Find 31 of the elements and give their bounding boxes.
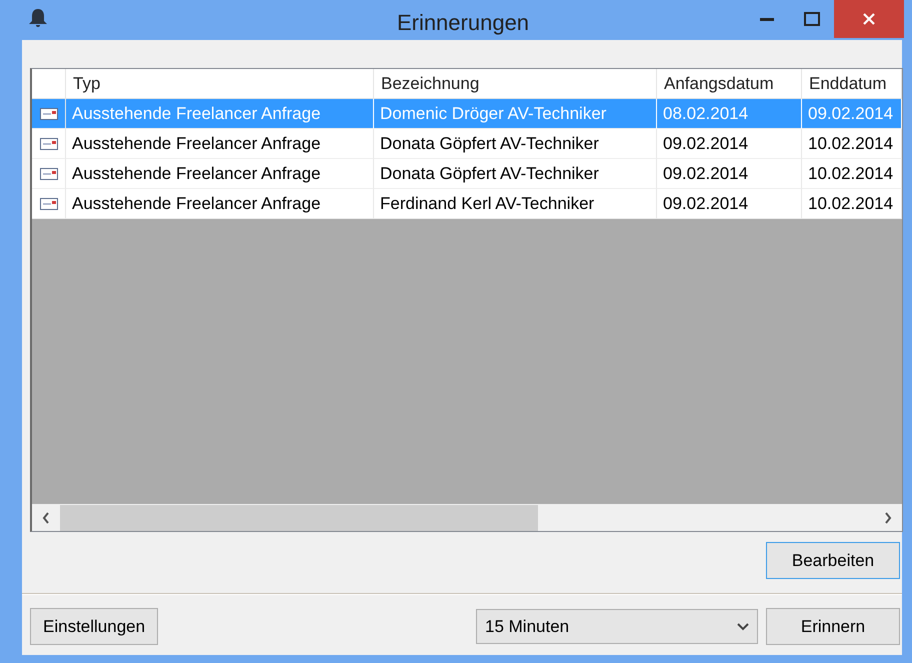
- column-header[interactable]: Anfangsdatum: [657, 69, 802, 99]
- table-cell[interactable]: 10.02.2014: [802, 159, 902, 189]
- window-title: Erinnerungen: [396, 10, 530, 36]
- table-cell[interactable]: 10.02.2014: [802, 189, 902, 219]
- table-cell[interactable]: 09.02.2014: [657, 189, 802, 219]
- edit-button[interactable]: Bearbeiten: [766, 542, 900, 579]
- envelope-icon: [40, 138, 58, 150]
- column-header[interactable]: Typ: [66, 69, 374, 99]
- interval-dropdown[interactable]: 15 Minuten: [476, 609, 758, 644]
- maximize-icon: [804, 12, 820, 26]
- column-header[interactable]: Bezeichnung: [374, 69, 657, 99]
- table-cell[interactable]: Ferdinand Kerl AV-Techniker: [374, 189, 657, 219]
- envelope-icon: [40, 108, 58, 120]
- remind-button[interactable]: Erinnern: [766, 608, 900, 645]
- table-cell[interactable]: Donata Göpfert AV-Techniker: [374, 129, 657, 159]
- minimize-icon: [760, 17, 774, 21]
- table-cell[interactable]: Donata Göpfert AV-Techniker: [374, 159, 657, 189]
- column-header[interactable]: Enddatum: [802, 69, 902, 99]
- table-cell[interactable]: Ausstehende Freelancer Anfrage: [66, 189, 374, 219]
- horizontal-scrollbar[interactable]: [32, 504, 902, 531]
- table-cell[interactable]: Ausstehende Freelancer Anfrage: [66, 129, 374, 159]
- envelope-icon: [40, 198, 58, 210]
- chevron-down-icon: [737, 622, 749, 630]
- table-cell[interactable]: 09.02.2014: [657, 159, 802, 189]
- table-cell[interactable]: 10.02.2014: [802, 129, 902, 159]
- scrollbar-thumb[interactable]: [60, 504, 538, 530]
- envelope-icon: [40, 168, 58, 180]
- table-cell[interactable]: 09.02.2014: [657, 129, 802, 159]
- settings-button[interactable]: Einstellungen: [30, 608, 158, 645]
- table-cell[interactable]: Ausstehende Freelancer Anfrage: [66, 159, 374, 189]
- close-icon: [862, 12, 876, 26]
